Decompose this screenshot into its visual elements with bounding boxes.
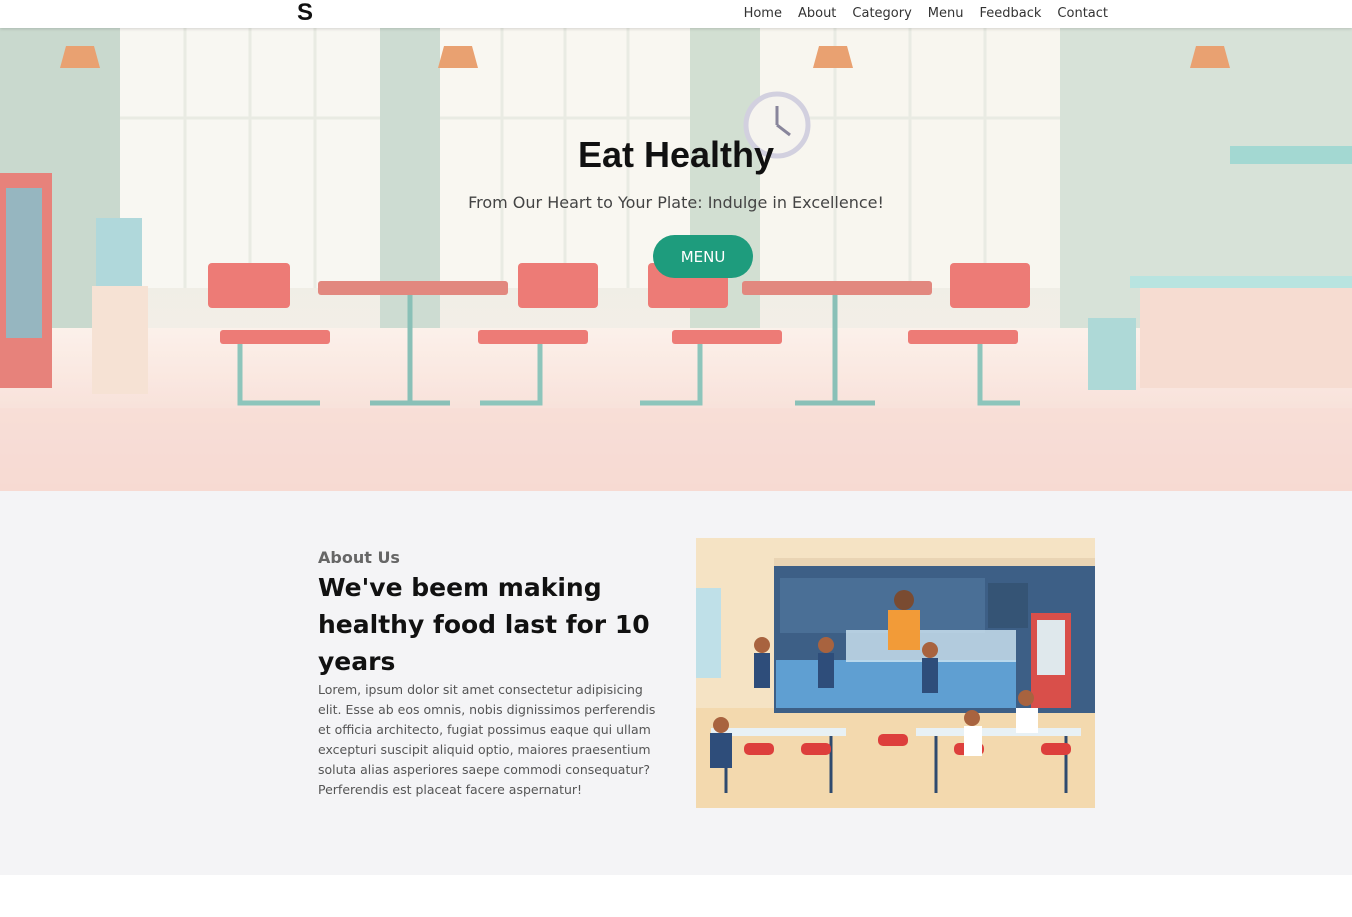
nav-link-category[interactable]: Category — [852, 6, 911, 21]
hero-subtitle: From Our Heart to Your Plate: Indulge in… — [468, 193, 884, 212]
nav-link-about[interactable]: About — [798, 6, 836, 21]
site-logo[interactable]: S — [297, 0, 313, 26]
nav-link-feedback[interactable]: Feedback — [980, 6, 1042, 21]
nav-link-home[interactable]: Home — [744, 6, 782, 21]
top-navbar: S Home About Category Menu Feedback Cont… — [0, 0, 1352, 28]
school-canteen-image — [696, 538, 1095, 808]
about-section: About Us We've beem making healthy food … — [0, 491, 1352, 875]
hero-title: Eat Healthy — [577, 134, 775, 175]
about-heading: We've beem making healthy food last for … — [318, 573, 650, 676]
nav-link-contact[interactable]: Contact — [1057, 6, 1108, 21]
nav-link-menu[interactable]: Menu — [928, 6, 964, 21]
about-text: Lorem, ipsum dolor sit amet consectetur … — [318, 682, 656, 797]
main-nav: Home About Category Menu Feedback Contac… — [744, 0, 1108, 26]
about-label: About Us — [318, 548, 400, 567]
menu-button[interactable]: MENU — [653, 235, 753, 278]
hero-section: Eat Healthy From Our Heart to Your Plate… — [0, 28, 1352, 491]
page-bottom-strip — [0, 875, 1352, 917]
